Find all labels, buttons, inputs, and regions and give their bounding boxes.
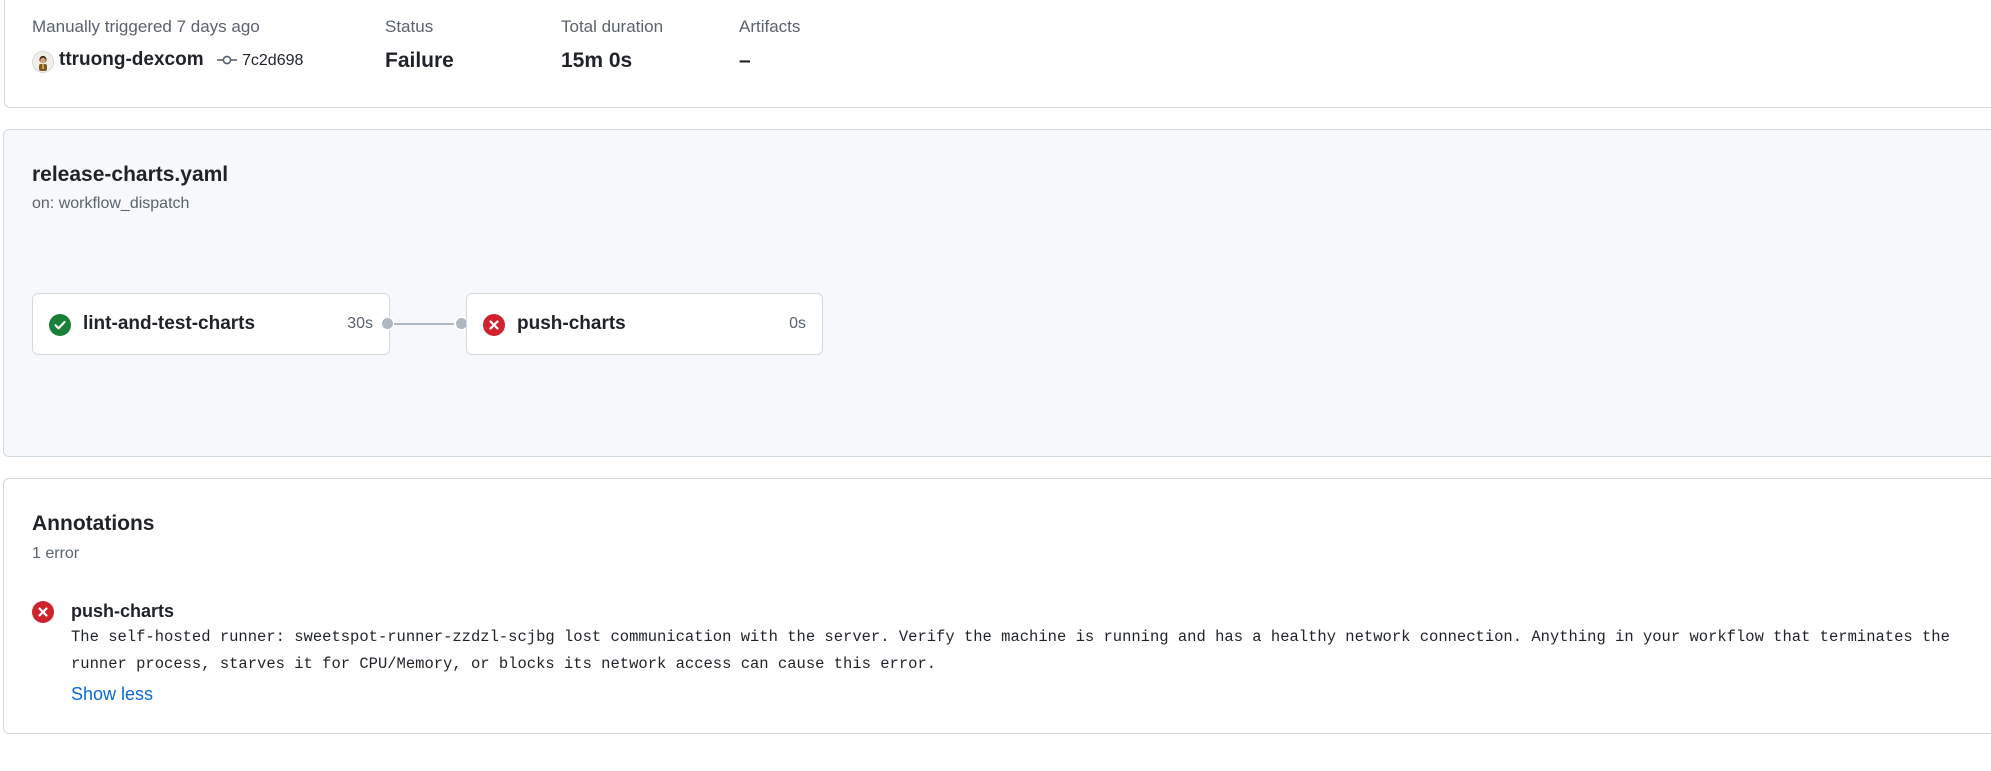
x-circle-icon	[32, 601, 54, 623]
actor-name[interactable]: ttruong-dexcom	[59, 49, 204, 71]
workflow-trigger: on: workflow_dispatch	[32, 195, 190, 212]
artifacts-label: Artifacts	[739, 17, 801, 36]
job-name: lint-and-test-charts	[83, 313, 256, 334]
duration-label: Total duration	[561, 17, 664, 36]
annotations-panel: Annotations 1 error push-charts The self…	[3, 478, 1991, 734]
workflow-graph-panel: release-charts.yaml on: workflow_dispatc…	[3, 129, 1991, 558]
trigger-text: Manually triggered 7 days ago	[32, 17, 260, 36]
status-label: Status	[385, 17, 434, 36]
workflow-file-name[interactable]: release-charts.yaml	[32, 163, 228, 187]
annotations-count: 1 error	[32, 545, 80, 562]
annotations-title: Annotations	[32, 512, 155, 535]
job-connector-line	[394, 323, 454, 325]
annotation-message: The self-hosted runner: sweetspot-runner…	[71, 628, 1950, 673]
job-name: push-charts	[517, 313, 626, 334]
run-summary-panel: Manually triggered 7 days ago ttruong-de…	[4, 0, 1991, 108]
job-output-port	[380, 316, 395, 331]
duration-value: 15m 0s	[561, 49, 633, 72]
job-duration: 30s	[347, 315, 373, 332]
git-commit-icon	[217, 52, 237, 73]
annotation-job-link[interactable]: push-charts	[71, 601, 174, 622]
status-value: Failure	[385, 49, 454, 72]
job-duration: 0s	[789, 315, 806, 332]
artifacts-value: –	[739, 49, 751, 72]
x-circle-icon	[483, 314, 505, 336]
avatar[interactable]	[32, 51, 54, 73]
check-circle-icon	[49, 314, 71, 336]
commit-sha-link[interactable]: 7c2d698	[242, 52, 303, 70]
show-less-link[interactable]: Show less	[71, 684, 153, 705]
job-card-push-charts[interactable]: push-charts 0s	[466, 293, 823, 355]
job-card-lint-and-test-charts[interactable]: lint-and-test-charts 30s	[32, 293, 390, 355]
